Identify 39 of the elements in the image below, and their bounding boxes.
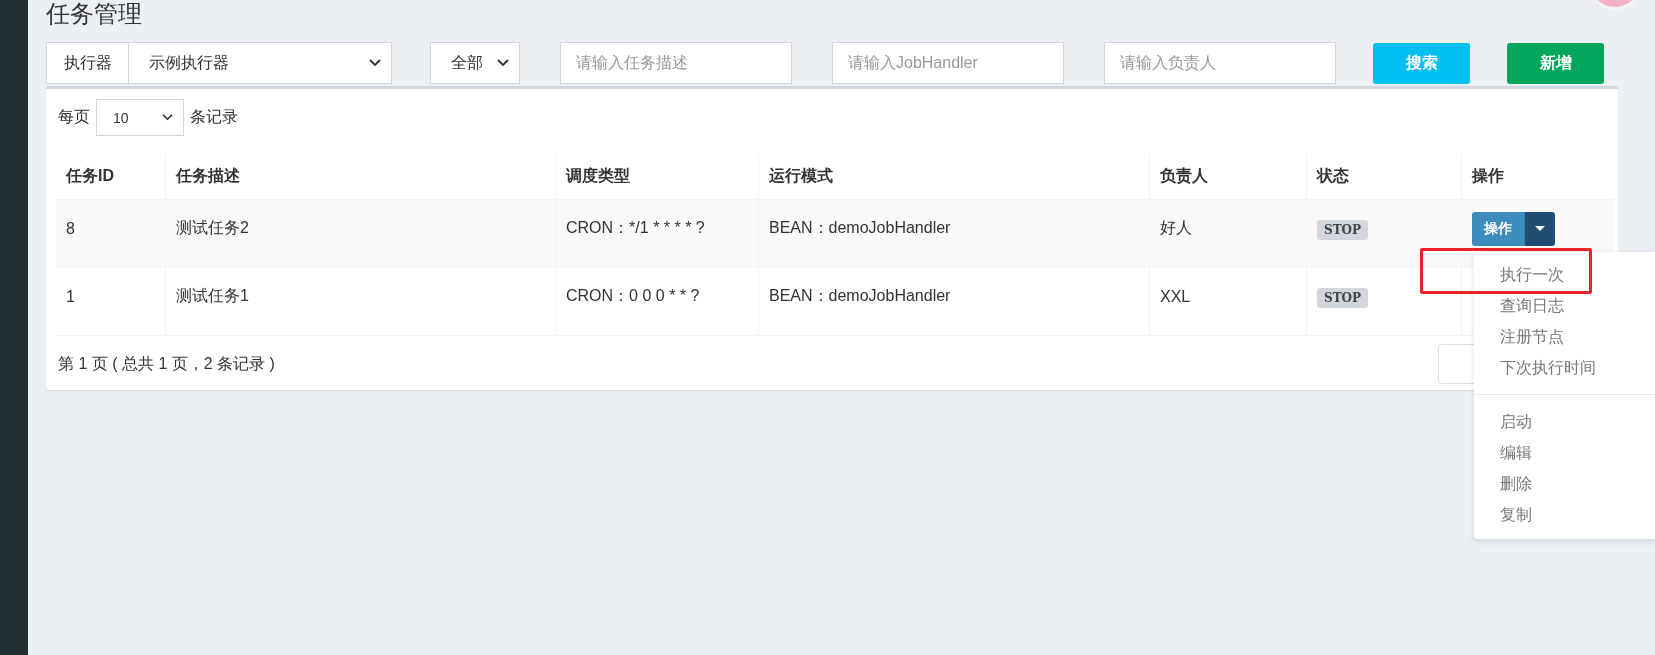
table-cell: 8	[56, 199, 166, 268]
executor-label: 执行器	[47, 43, 129, 83]
menu-item[interactable]: 编辑	[1474, 443, 1558, 464]
menu-item[interactable]: 执行一次	[1474, 265, 1590, 286]
pagination-info: 第 1 页 ( 总共 1 页，2 条记录 )	[58, 353, 275, 374]
menu-item[interactable]: 复制	[1474, 505, 1558, 526]
chevron-icon	[497, 59, 509, 67]
table-cell: CRON：0 0 0 * * ?	[555, 267, 759, 336]
table-cell: 测试任务2	[165, 199, 556, 268]
chevron-icon	[369, 59, 381, 67]
jobhandler-field[interactable]: 请输入JobHandler	[832, 42, 1064, 84]
status-select[interactable]: 全部	[430, 42, 520, 84]
table-cell: 测试任务1	[165, 267, 556, 336]
chevron-icon	[162, 114, 173, 121]
caret-icon	[1535, 225, 1545, 232]
table-cell: BEAN：demoJobHandler	[758, 267, 1150, 336]
table-cell: BEAN：demoJobHandler	[758, 199, 1150, 268]
menu-item[interactable]: 下次执行时间	[1474, 358, 1622, 379]
menu-item[interactable]: 启动	[1474, 412, 1558, 433]
menu-item[interactable]: 删除	[1474, 474, 1558, 495]
page-size-select[interactable]: 10	[96, 99, 184, 136]
page-size-label: 每页	[58, 107, 90, 127]
add-button[interactable]: 新增	[1507, 42, 1604, 84]
author-field[interactable]: 请输入负责人	[1104, 42, 1336, 84]
dropdown-toggle[interactable]	[1524, 211, 1555, 246]
table-cell: 好人	[1149, 199, 1307, 268]
status-badge: STOP	[1317, 287, 1369, 308]
table-cell: CRON：*/1 * * * * ?	[555, 199, 759, 268]
description-field[interactable]: 请输入任务描述	[560, 42, 792, 84]
executor-select[interactable]: 执行器 示例执行器	[46, 42, 392, 84]
menu-item[interactable]: 查询日志	[1474, 296, 1590, 317]
page-title: 任务管理	[46, 0, 142, 28]
table-cell: XXL	[1149, 267, 1307, 336]
page-size-label: 条记录	[190, 107, 238, 127]
status-badge: STOP	[1317, 219, 1369, 240]
menu-item[interactable]: 注册节点	[1474, 327, 1590, 348]
column-header: 任务ID	[56, 153, 166, 200]
action-button[interactable]: 操作	[1472, 211, 1524, 246]
table-cell: 1	[56, 267, 166, 336]
